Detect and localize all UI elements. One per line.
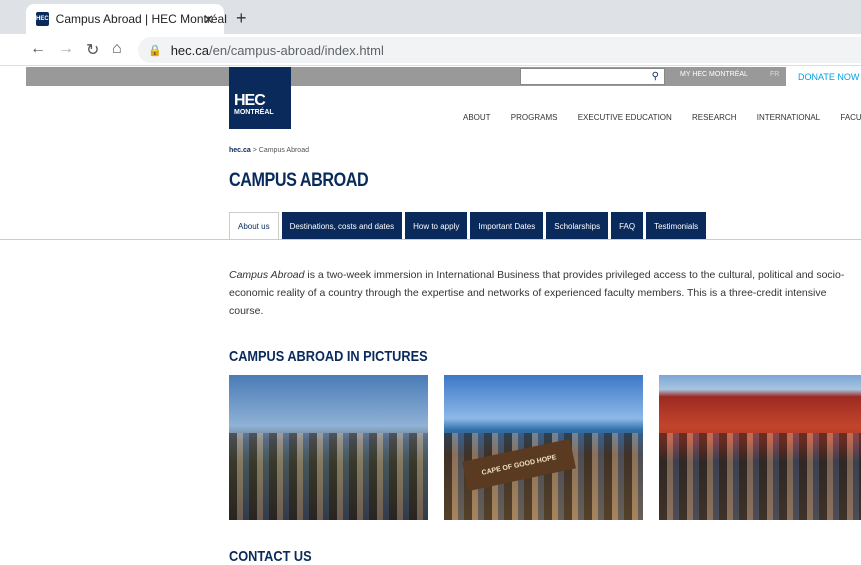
new-tab-button[interactable]: + <box>236 8 247 29</box>
lock-icon: 🔒 <box>148 44 162 57</box>
tab-about-us[interactable]: About us <box>229 212 279 240</box>
site-search-input[interactable]: ⚲ <box>520 68 665 85</box>
tab-destinations[interactable]: Destinations, costs and dates <box>281 212 403 240</box>
tab-how-to-apply[interactable]: How to apply <box>405 212 468 240</box>
breadcrumb-current: Campus Abroad <box>258 147 309 154</box>
tab-faq[interactable]: FAQ <box>611 212 644 240</box>
browser-tab[interactable]: HEC Campus Abroad | HEC Montréal ✕ <box>26 4 227 34</box>
browser-tab-bar: HEC Campus Abroad | HEC Montréal ✕ + <box>0 0 861 34</box>
gallery-photo[interactable]: CAPE OF GOOD HOPE <box>444 375 643 520</box>
gallery-photo[interactable] <box>229 375 428 520</box>
reload-icon[interactable]: ↻ <box>86 40 99 60</box>
nav-item[interactable]: RESEARCH <box>692 113 736 122</box>
logo-line1: HEC <box>234 92 266 109</box>
tab-important-dates[interactable]: Important Dates <box>470 212 544 240</box>
nav-item[interactable]: FACULTY <box>840 113 861 122</box>
hec-logo[interactable]: HEC MONTRÉAL <box>229 67 291 129</box>
pictures-heading: CAMPUS ABROAD IN PICTURES <box>229 348 428 365</box>
page-title: CAMPUS ABROAD <box>229 170 369 191</box>
intro-paragraph: Campus Abroad is a two-week immersion in… <box>229 266 859 320</box>
back-icon[interactable]: ← <box>30 40 46 58</box>
nav-item[interactable]: INTERNATIONAL <box>757 113 820 122</box>
section-tabs: About us Destinations, costs and dates H… <box>229 212 709 240</box>
url-host: hec.ca <box>170 42 210 58</box>
photo-group <box>229 433 428 520</box>
close-tab-icon[interactable]: ✕ <box>203 12 214 28</box>
photo-group <box>659 433 861 520</box>
contact-heading: CONTACT US <box>229 548 312 565</box>
intro-text: is a two-week immersion in International… <box>229 269 845 317</box>
url-path: /en/campus-abroad/index.html <box>209 42 384 58</box>
breadcrumb: hec.ca > Campus Abroad <box>229 147 309 154</box>
breadcrumb-home[interactable]: hec.ca <box>229 147 251 154</box>
url-field[interactable]: 🔒 hec.ca/en/campus-abroad/index.html <box>138 37 861 63</box>
nav-item[interactable]: EXECUTIVE EDUCATION <box>578 113 672 122</box>
nav-item[interactable]: PROGRAMS <box>511 113 558 122</box>
favicon-icon: HEC <box>36 12 49 26</box>
forward-icon[interactable]: → <box>58 40 74 58</box>
home-icon[interactable]: ⌂ <box>112 40 122 58</box>
logo-line2: MONTRÉAL <box>234 109 274 116</box>
language-link[interactable]: FR <box>770 71 779 78</box>
my-hec-link[interactable]: MY HEC MONTRÉAL <box>680 71 748 78</box>
main-nav: ABOUT PROGRAMS EXECUTIVE EDUCATION RESEA… <box>463 113 861 122</box>
tab-testimonials[interactable]: Testimonials <box>646 212 707 240</box>
intro-emphasis: Campus Abroad <box>229 269 305 281</box>
address-bar: ← → ↻ ⌂ 🔒 hec.ca/en/campus-abroad/index.… <box>0 34 861 66</box>
nav-item[interactable]: ABOUT <box>463 113 491 122</box>
tab-scholarships[interactable]: Scholarships <box>546 212 609 240</box>
donate-button[interactable]: DONATE NOW <box>786 67 861 86</box>
search-icon[interactable]: ⚲ <box>652 71 659 82</box>
tab-title: Campus Abroad | HEC Montréal <box>55 12 227 26</box>
gallery-photo[interactable] <box>659 375 861 520</box>
tab-divider <box>0 239 861 240</box>
breadcrumb-sep: > <box>250 147 259 154</box>
